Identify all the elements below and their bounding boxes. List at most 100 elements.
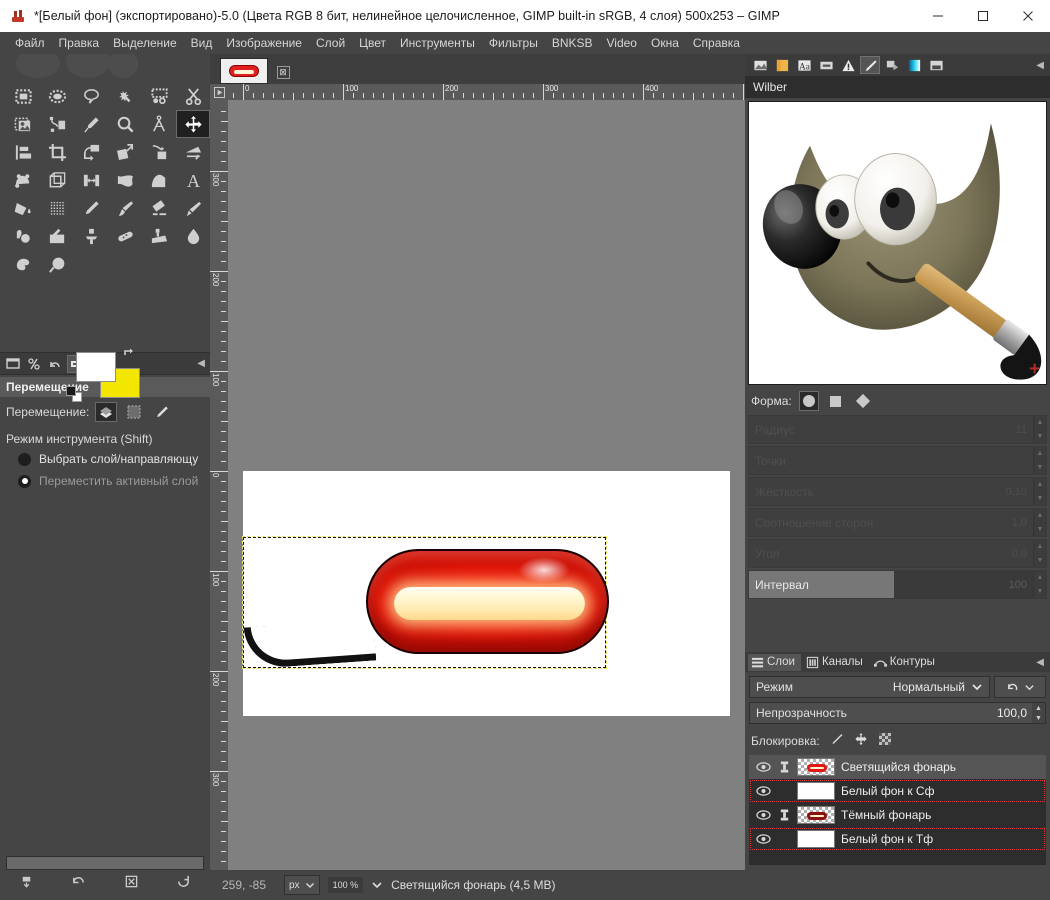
menu-edit[interactable]: Правка — [52, 34, 107, 52]
layer-visibility-icon[interactable] — [755, 785, 771, 797]
tool-options-tab[interactable] — [4, 355, 22, 373]
brush-param-angle[interactable]: Угол 0,0 ▲ ▼ — [748, 539, 1047, 568]
radio-move-active-layer[interactable]: Переместить активный слой — [0, 470, 210, 492]
layer-visibility-icon[interactable] — [755, 761, 771, 773]
free-select-tool[interactable] — [74, 82, 108, 110]
airbrush-tool[interactable] — [176, 194, 210, 222]
paintbrush-tool[interactable] — [108, 194, 142, 222]
lock-pixels-icon[interactable] — [830, 732, 844, 749]
foreground-color-swatch[interactable] — [76, 352, 116, 382]
fuzzy-select-tool[interactable] — [108, 82, 142, 110]
layer-row-1[interactable]: Светящийся фонарь — [749, 755, 1046, 779]
brush-param-spikes[interactable]: Точки ▲ ▼ — [748, 446, 1047, 475]
tab-fonts[interactable]: Aa — [794, 56, 814, 74]
radio-select-layer-or-guide[interactable]: Выбрать слой/направляющу — [0, 448, 210, 470]
layer-visibility-icon[interactable] — [755, 809, 771, 821]
layer-mode-selector[interactable]: Режим Нормальный — [749, 676, 990, 698]
color-picker-tool[interactable] — [74, 110, 108, 138]
menu-filters[interactable]: Фильтры — [482, 34, 545, 52]
restore-tool-preset-icon[interactable] — [71, 874, 86, 894]
brush-param-aspect-ratio-spinner[interactable]: ▲ ▼ — [1033, 509, 1046, 536]
document-tab-lamp[interactable] — [220, 58, 268, 84]
eraser-tool[interactable] — [142, 194, 176, 222]
brush-param-spacing[interactable]: Интервал 100 ▲ ▼ — [748, 570, 1047, 599]
tab-layers[interactable]: Слои — [748, 653, 801, 671]
horizontal-ruler[interactable]: 0100200300400500 — [228, 84, 745, 100]
lock-position-icon[interactable] — [854, 732, 868, 749]
swap-colors-icon[interactable] — [122, 346, 136, 363]
tab-gradients[interactable] — [904, 56, 924, 74]
layer-row-3[interactable]: Тёмный фонарь — [749, 803, 1046, 827]
ruler-origin-button[interactable] — [210, 84, 228, 100]
mypaint-brush-tool[interactable] — [40, 222, 74, 250]
move-layer-button[interactable] — [95, 402, 118, 422]
vertical-ruler[interactable]: 3002001000100200300400 — [210, 100, 228, 900]
brush-param-aspect-ratio[interactable]: Соотношение сторон 1,0 ▲ ▼ — [748, 508, 1047, 537]
brush-param-spacing-spinner[interactable]: ▲ ▼ — [1033, 571, 1046, 598]
menu-windows[interactable]: Окна — [644, 34, 686, 52]
brush-param-radius-spinner[interactable]: ▲ ▼ — [1033, 416, 1046, 443]
move-path-button[interactable] — [151, 402, 173, 422]
device-status-tab[interactable] — [25, 355, 43, 373]
layer-mode-revert-button[interactable] — [994, 676, 1046, 698]
layer-list[interactable]: Светящийся фонарь Белый фон к Сф Тёмный … — [749, 755, 1046, 865]
layer-opacity-spinner[interactable]: ▲ ▼ — [1032, 703, 1045, 723]
collapse-layers-dock-icon[interactable]: ◀ — [1036, 657, 1044, 668]
collapse-panel-icon[interactable]: ◀ — [197, 358, 205, 369]
image-canvas[interactable] — [242, 471, 730, 716]
undo-history-tab[interactable] — [46, 355, 64, 373]
dodge-burn-tool[interactable] — [40, 250, 74, 278]
brush-param-hardness[interactable]: Жёсткость 0,10 ▲ ▼ — [748, 477, 1047, 506]
save-tool-preset-icon[interactable] — [19, 874, 34, 894]
shape-circle-button[interactable] — [798, 391, 819, 411]
blur-sharpen-tool[interactable] — [176, 222, 210, 250]
move-selection-button[interactable] — [123, 402, 145, 422]
unit-selector[interactable]: px — [284, 875, 320, 895]
layer-row-2[interactable]: Белый фон к Сф — [749, 779, 1046, 803]
brush-param-hardness-spinner[interactable]: ▲ ▼ — [1033, 478, 1046, 505]
delete-tool-preset-icon[interactable] — [124, 874, 139, 894]
rotate-tool[interactable] — [74, 138, 108, 166]
ink-tool[interactable] — [6, 222, 40, 250]
menu-file[interactable]: Файл — [8, 34, 52, 52]
ellipse-select-tool[interactable] — [40, 82, 74, 110]
heal-tool[interactable] — [108, 222, 142, 250]
tab-channels[interactable]: Каналы — [803, 654, 869, 671]
transform-3d-tool[interactable] — [6, 166, 40, 194]
zoom-tool[interactable] — [108, 110, 142, 138]
paths-tool[interactable] — [40, 110, 74, 138]
tab-error-console[interactable] — [838, 56, 858, 74]
layer-visibility-icon[interactable] — [755, 833, 771, 845]
document-tab-close-icon[interactable]: ⊠ — [272, 60, 294, 84]
minimize-button[interactable] — [915, 0, 960, 32]
brush-name[interactable]: Wilber — [745, 76, 1050, 98]
warp-transform-tool[interactable] — [142, 166, 176, 194]
gradient-tool[interactable] — [40, 194, 74, 222]
shape-diamond-button[interactable] — [853, 391, 873, 411]
tab-brush-editor[interactable] — [860, 56, 880, 74]
menu-layer[interactable]: Слой — [309, 34, 352, 52]
menu-bnksb[interactable]: BNKSB — [545, 34, 600, 52]
perspective-tool[interactable] — [176, 138, 210, 166]
shape-square-button[interactable] — [826, 391, 846, 411]
perspective-clone-tool[interactable] — [142, 222, 176, 250]
smudge-tool[interactable] — [6, 250, 40, 278]
default-colors-icon[interactable] — [66, 386, 82, 402]
tab-paths[interactable]: Контуры — [871, 654, 941, 671]
tab-document-history[interactable] — [816, 56, 836, 74]
scissors-select-tool[interactable] — [176, 82, 210, 110]
measure-tool[interactable] — [142, 110, 176, 138]
layer-link-icon[interactable] — [777, 760, 791, 774]
crop-tool[interactable] — [40, 138, 74, 166]
layer-opacity-row[interactable]: Непрозрачность 100,0 ▲ ▼ — [749, 702, 1046, 724]
text-tool[interactable]: A — [176, 166, 210, 194]
brush-param-radius[interactable]: Радиус 11 ▲ ▼ — [748, 415, 1047, 444]
tab-brushes[interactable] — [750, 56, 770, 74]
collapse-right-dock-icon[interactable]: ◀ — [1036, 60, 1044, 71]
handle-transform-tool[interactable] — [74, 166, 108, 194]
menu-image[interactable]: Изображение — [219, 34, 309, 52]
rect-select-tool[interactable] — [6, 82, 40, 110]
menu-help[interactable]: Справка — [686, 34, 747, 52]
menu-view[interactable]: Вид — [184, 34, 220, 52]
pencil-tool[interactable] — [74, 194, 108, 222]
